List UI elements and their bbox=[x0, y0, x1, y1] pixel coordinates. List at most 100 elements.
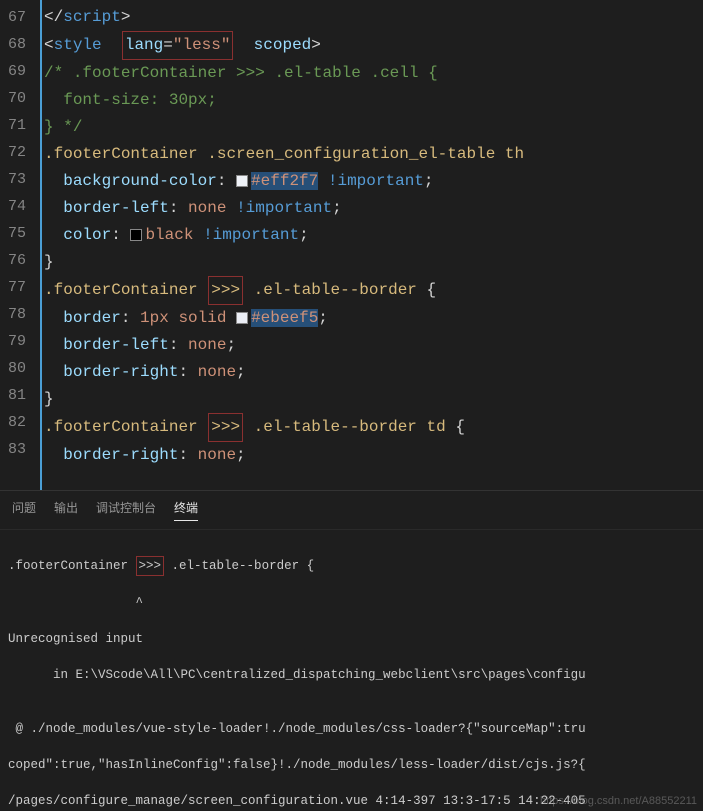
code-line[interactable]: color: black !important; bbox=[44, 222, 703, 249]
line-number: 67 bbox=[8, 4, 26, 31]
brace: } bbox=[44, 253, 54, 271]
code-line[interactable]: background-color: #eff2f7 !important; bbox=[44, 168, 703, 195]
semicolon: ; bbox=[299, 226, 309, 244]
color-swatch bbox=[236, 312, 248, 324]
css-selector: .el-table--border bbox=[254, 418, 417, 436]
css-property: border-left bbox=[63, 336, 169, 354]
line-number: 75 bbox=[8, 220, 26, 247]
line-number: 77 bbox=[8, 274, 26, 301]
code-line[interactable]: } bbox=[44, 249, 703, 276]
tab-problems[interactable]: 问题 bbox=[12, 499, 36, 521]
code-editor[interactable]: 67 68 69 70 71 72 73 74 75 76 77 78 79 8… bbox=[0, 0, 703, 490]
line-number: 76 bbox=[8, 247, 26, 274]
code-line[interactable]: border-right: none; bbox=[44, 359, 703, 386]
colon: : bbox=[217, 172, 236, 190]
line-number: 81 bbox=[8, 382, 26, 409]
terminal-caret: ^ bbox=[8, 594, 695, 612]
code-line[interactable]: border-right: none; bbox=[44, 442, 703, 469]
css-property: border-right bbox=[63, 446, 178, 464]
comment: } */ bbox=[44, 118, 82, 136]
colon: : bbox=[121, 309, 140, 327]
code-line[interactable]: } */ bbox=[44, 114, 703, 141]
tag-gt: > bbox=[121, 8, 131, 26]
comment: font-size: 30px; bbox=[44, 91, 217, 109]
line-number: 71 bbox=[8, 112, 26, 139]
semicolon: ; bbox=[332, 199, 342, 217]
css-property: border bbox=[63, 309, 121, 327]
tab-debug-console[interactable]: 调试控制台 bbox=[96, 499, 156, 521]
css-value: none bbox=[198, 446, 236, 464]
tag-gt: > bbox=[311, 36, 321, 54]
css-selector: .footerContainer bbox=[44, 281, 198, 299]
code-line[interactable]: </script> bbox=[44, 4, 703, 31]
tag-lt: < bbox=[44, 36, 54, 54]
color-swatch bbox=[130, 229, 142, 241]
css-selector: .footerContainer bbox=[44, 418, 198, 436]
line-number: 74 bbox=[8, 193, 26, 220]
css-value: none bbox=[198, 363, 236, 381]
line-number: 78 bbox=[8, 301, 26, 328]
colon: : bbox=[169, 336, 188, 354]
line-number: 70 bbox=[8, 85, 26, 112]
css-property: border-right bbox=[63, 363, 178, 381]
css-value: none bbox=[188, 336, 226, 354]
tag-name: script bbox=[63, 8, 121, 26]
deep-combinator: >>> bbox=[211, 281, 240, 299]
bottom-panel: 问题 输出 调试控制台 终端 .footerContainer >>> .el-… bbox=[0, 490, 703, 811]
line-number: 73 bbox=[8, 166, 26, 193]
colon: : bbox=[178, 363, 197, 381]
terminal-output[interactable]: .footerContainer >>> .el-table--border {… bbox=[0, 530, 703, 811]
terminal-line: @ ./node_modules/vue-style-loader!./node… bbox=[8, 720, 695, 738]
code-line[interactable]: .footerContainer >>> .el-table--border { bbox=[44, 276, 703, 305]
highlight-box: >>> bbox=[208, 276, 243, 305]
color-swatch bbox=[236, 175, 248, 187]
tag-close: </ bbox=[44, 8, 63, 26]
code-line[interactable]: font-size: 30px; bbox=[44, 87, 703, 114]
code-line[interactable]: border: 1px solid #ebeef5; bbox=[44, 305, 703, 332]
css-value: #ebeef5 bbox=[251, 309, 318, 327]
line-number: 83 bbox=[8, 436, 26, 463]
terminal-line: .footerContainer >>> .el-table--border { bbox=[8, 556, 695, 576]
css-selector: td bbox=[427, 418, 446, 436]
code-line[interactable]: /* .footerContainer >>> .el-table .cell … bbox=[44, 60, 703, 87]
brace: { bbox=[455, 418, 465, 436]
highlight-box: >>> bbox=[208, 413, 243, 442]
tag-name: style bbox=[54, 36, 102, 54]
equals: = bbox=[163, 36, 173, 54]
watermark: https://blog.csdn.net/A88552211 bbox=[540, 795, 697, 807]
important-keyword: !important bbox=[203, 226, 299, 244]
css-value: black bbox=[145, 226, 193, 244]
colon: : bbox=[169, 199, 188, 217]
highlight-box: lang="less" bbox=[122, 31, 234, 60]
attr-name: lang bbox=[125, 36, 163, 54]
line-number: 69 bbox=[8, 58, 26, 85]
tab-output[interactable]: 输出 bbox=[54, 499, 78, 521]
code-line[interactable]: .footerContainer >>> .el-table--border t… bbox=[44, 413, 703, 442]
deep-combinator: >>> bbox=[211, 418, 240, 436]
css-value: none bbox=[188, 199, 226, 217]
code-line[interactable]: <style lang="less" scoped> bbox=[44, 31, 703, 60]
css-value: 1px bbox=[140, 309, 169, 327]
css-selector: .el-table--border bbox=[254, 281, 417, 299]
css-property: background-color bbox=[63, 172, 217, 190]
attr-value: "less" bbox=[173, 36, 231, 54]
code-line[interactable]: border-left: none; bbox=[44, 332, 703, 359]
code-content[interactable]: </script> <style lang="less" scoped> /* … bbox=[40, 0, 703, 490]
code-line[interactable]: .footerContainer .screen_configuration_e… bbox=[44, 141, 703, 168]
highlight-box: >>> bbox=[136, 556, 165, 576]
comment: /* .footerContainer >>> .el-table .cell … bbox=[44, 64, 438, 82]
line-number: 82 bbox=[8, 409, 26, 436]
terminal-line: Unrecognised input bbox=[8, 630, 695, 648]
css-property: color bbox=[63, 226, 111, 244]
important-keyword: !important bbox=[236, 199, 332, 217]
semicolon: ; bbox=[236, 446, 246, 464]
brace: { bbox=[427, 281, 437, 299]
css-property: border-left bbox=[63, 199, 169, 217]
line-number: 72 bbox=[8, 139, 26, 166]
code-line[interactable]: } bbox=[44, 386, 703, 413]
colon: : bbox=[178, 446, 197, 464]
colon: : bbox=[111, 226, 130, 244]
panel-tabs: 问题 输出 调试控制台 终端 bbox=[0, 491, 703, 530]
code-line[interactable]: border-left: none !important; bbox=[44, 195, 703, 222]
tab-terminal[interactable]: 终端 bbox=[174, 499, 198, 521]
